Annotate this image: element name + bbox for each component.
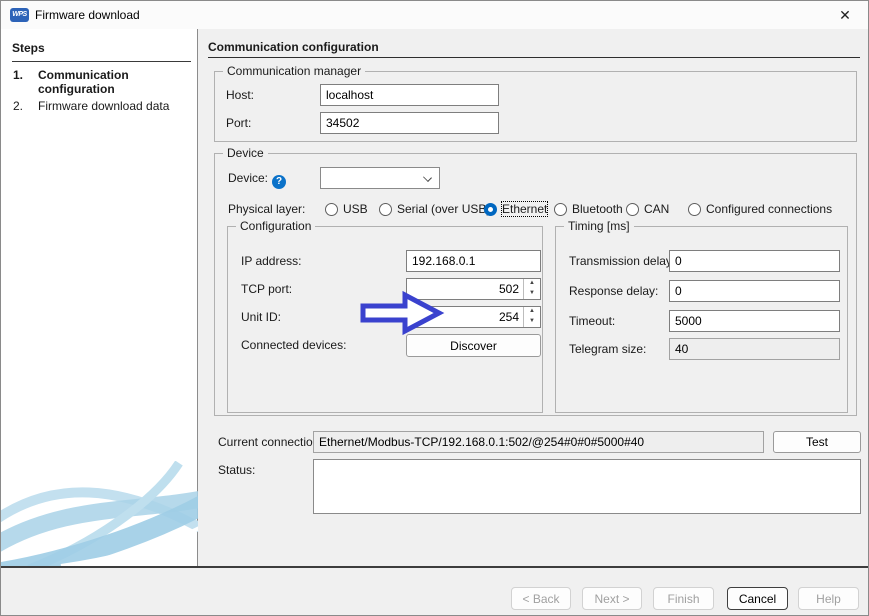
finish-button[interactable]: Finish bbox=[653, 587, 714, 610]
configuration-group: Configuration IP address: TCP port: ▲ ▼ … bbox=[227, 226, 543, 413]
port-label: Port: bbox=[226, 112, 251, 134]
spin-up-icon[interactable]: ▲ bbox=[524, 279, 540, 289]
radio-icon bbox=[688, 203, 701, 216]
spin-down-icon[interactable]: ▼ bbox=[524, 289, 540, 299]
discover-button[interactable]: Discover bbox=[406, 334, 541, 357]
step-label: Firmware download data bbox=[38, 99, 169, 113]
steps-sidebar: Steps 1. Communication configuration 2. … bbox=[1, 29, 198, 566]
current-connection-label: Current connection: bbox=[218, 431, 323, 453]
firmware-download-dialog: WPS Firmware download ✕ Steps 1. Communi… bbox=[0, 0, 869, 616]
transmission-delay-input[interactable] bbox=[669, 250, 840, 272]
page-title: Communication configuration bbox=[208, 40, 379, 54]
timeout-label: Timeout: bbox=[569, 310, 615, 332]
unit-id-input[interactable] bbox=[407, 307, 523, 327]
radio-icon bbox=[325, 203, 338, 216]
device-select[interactable] bbox=[320, 167, 440, 189]
radio-icon bbox=[626, 203, 639, 216]
app-logo-icon: WPS bbox=[10, 8, 29, 22]
tcp-port-label: TCP port: bbox=[241, 278, 292, 300]
radio-icon bbox=[554, 203, 567, 216]
tcp-port-input[interactable] bbox=[407, 279, 523, 299]
device-group: Device Device:? Physical layer: USB Seri… bbox=[214, 153, 857, 416]
transmission-delay-label: Transmission delay: bbox=[569, 250, 675, 272]
timing-group: Timing [ms] Transmission delay: Response… bbox=[555, 226, 848, 413]
device-label: Device:? bbox=[228, 167, 286, 189]
step-item-communication-configuration: 1. Communication configuration bbox=[13, 68, 188, 96]
telegram-size-label: Telegram size: bbox=[569, 338, 646, 360]
main-content: Communication configuration Communicatio… bbox=[199, 29, 869, 566]
test-button[interactable]: Test bbox=[773, 431, 861, 453]
cancel-button[interactable]: Cancel bbox=[727, 587, 788, 610]
spinner-buttons[interactable]: ▲ ▼ bbox=[523, 307, 540, 327]
unit-id-label: Unit ID: bbox=[241, 306, 281, 328]
tcp-port-stepper[interactable]: ▲ ▼ bbox=[406, 278, 541, 300]
host-input[interactable] bbox=[320, 84, 499, 106]
unit-id-stepper[interactable]: ▲ ▼ bbox=[406, 306, 541, 328]
close-icon[interactable]: ✕ bbox=[830, 1, 860, 29]
ip-address-label: IP address: bbox=[241, 250, 301, 272]
title-bar: WPS Firmware download ✕ bbox=[1, 1, 868, 29]
radio-bluetooth[interactable]: Bluetooth bbox=[554, 199, 623, 219]
spinner-buttons[interactable]: ▲ ▼ bbox=[523, 279, 540, 299]
group-legend: Device bbox=[223, 146, 268, 160]
window-title: Firmware download bbox=[35, 1, 140, 29]
group-legend: Configuration bbox=[236, 219, 315, 233]
step-label: Communication configuration bbox=[38, 68, 188, 96]
step-number: 1. bbox=[13, 68, 38, 96]
port-input[interactable] bbox=[320, 112, 499, 134]
decorative-swoosh-graphic bbox=[1, 461, 198, 566]
telegram-size-input bbox=[669, 338, 840, 360]
radio-can[interactable]: CAN bbox=[626, 199, 669, 219]
spin-down-icon[interactable]: ▼ bbox=[524, 317, 540, 327]
current-connection-value[interactable] bbox=[313, 431, 764, 453]
status-label: Status: bbox=[218, 459, 255, 481]
ip-address-input[interactable] bbox=[406, 250, 541, 272]
response-delay-input[interactable] bbox=[669, 280, 840, 302]
spin-up-icon[interactable]: ▲ bbox=[524, 307, 540, 317]
radio-usb[interactable]: USB bbox=[325, 199, 368, 219]
help-icon[interactable]: ? bbox=[272, 175, 286, 189]
host-label: Host: bbox=[226, 84, 254, 106]
chevron-down-icon bbox=[423, 173, 432, 182]
footer-bar: < Back Next > Finish Cancel Help bbox=[1, 568, 869, 616]
group-legend: Timing [ms] bbox=[564, 219, 634, 233]
back-button[interactable]: < Back bbox=[511, 587, 571, 610]
next-button[interactable]: Next > bbox=[582, 587, 642, 610]
communication-manager-group: Communication manager Host: Port: bbox=[214, 71, 857, 142]
radio-icon bbox=[379, 203, 392, 216]
radio-ethernet[interactable]: Ethernet bbox=[484, 199, 547, 219]
physical-layer-label: Physical layer: bbox=[228, 198, 305, 220]
heading-divider bbox=[208, 57, 860, 58]
timeout-input[interactable] bbox=[669, 310, 840, 332]
group-legend: Communication manager bbox=[223, 64, 365, 78]
connected-devices-label: Connected devices: bbox=[241, 334, 346, 356]
radio-configured-connections[interactable]: Configured connections bbox=[688, 199, 832, 219]
radio-selected-icon bbox=[484, 203, 497, 216]
help-button[interactable]: Help bbox=[798, 587, 859, 610]
response-delay-label: Response delay: bbox=[569, 280, 658, 302]
step-number: 2. bbox=[13, 99, 38, 113]
status-textarea[interactable] bbox=[313, 459, 861, 514]
steps-heading: Steps bbox=[12, 41, 191, 62]
radio-serial-over-usb[interactable]: Serial (over USB) bbox=[379, 199, 490, 219]
step-item-firmware-download-data: 2. Firmware download data bbox=[13, 99, 188, 113]
